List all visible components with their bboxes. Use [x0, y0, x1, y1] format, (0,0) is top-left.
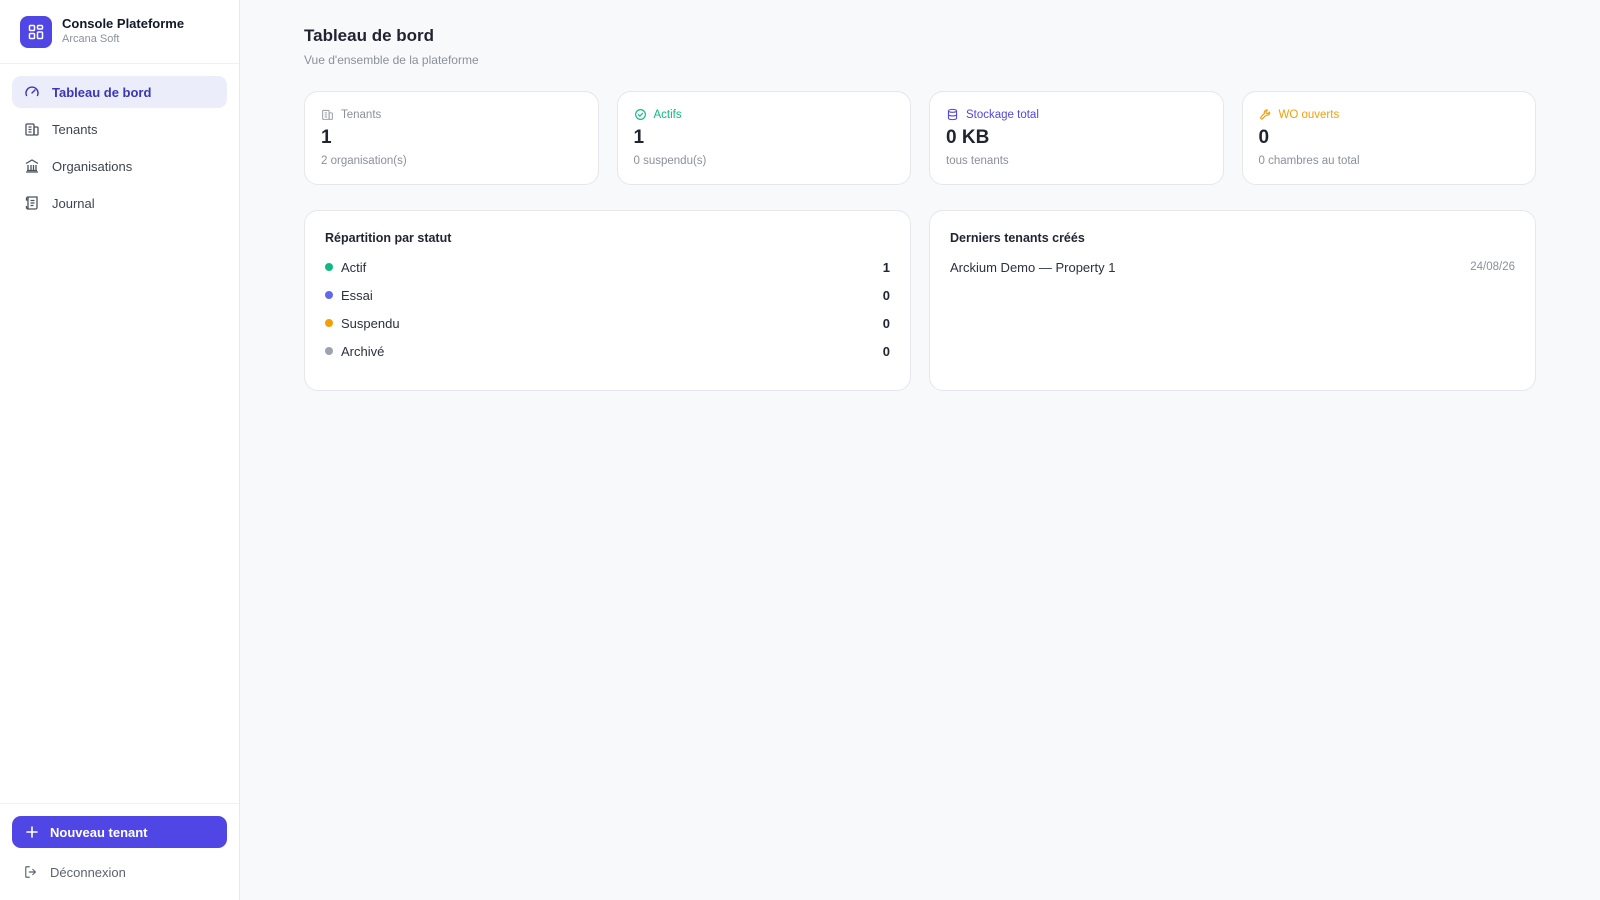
stat-label: Stockage total — [966, 108, 1039, 121]
stat-value: 0 — [1258, 127, 1270, 148]
status-dot — [325, 347, 333, 355]
status-label: Essai — [341, 287, 373, 303]
stat-card-work-orders: WO ouverts 0 0 chambres au total — [1241, 91, 1536, 185]
status-count: 0 — [882, 287, 890, 303]
status-breakdown-panel: Répartition par statut Actif 1 Essai 0 S… — [304, 210, 911, 391]
sidebar-item-journal[interactable]: Journal — [12, 187, 227, 219]
building-icon — [322, 109, 333, 120]
panels-grid: Répartition par statut Actif 1 Essai 0 S… — [304, 210, 1536, 391]
stat-head: Actifs — [634, 108, 895, 121]
stat-label: Tenants — [341, 108, 382, 121]
brand-title: Console Plateforme — [62, 16, 185, 32]
stat-note: 2 organisation(s) — [321, 155, 407, 167]
recent-list: Arckium Demo — Property 1 24/08/26 — [950, 259, 1515, 275]
panel-title: Répartition par statut — [325, 231, 452, 245]
new-tenant-label: Nouveau tenant — [50, 824, 148, 840]
sidebar-nav: Tableau de bord Tenants Organisations Jo… — [0, 64, 239, 231]
page-subtitle: Vue d'ensemble de la plateforme — [304, 53, 479, 67]
gauge-icon — [24, 84, 40, 100]
stat-note: 0 chambres au total — [1258, 155, 1360, 167]
recent-tenant-row[interactable]: Arckium Demo — Property 1 24/08/26 — [950, 259, 1515, 275]
brand-subtitle: Arcana Soft — [62, 33, 120, 46]
scroll-icon — [24, 195, 40, 211]
stat-note: 0 suspendu(s) — [633, 155, 707, 167]
recent-tenant-date: 24/08/26 — [1470, 261, 1515, 273]
sidebar-item-label: Journal — [52, 195, 95, 211]
status-dot — [325, 319, 333, 327]
status-row-actif: Actif 1 — [325, 259, 890, 275]
stat-label: Actifs — [653, 108, 682, 121]
stat-card-tenants: Tenants 1 2 organisation(s) — [304, 91, 599, 185]
stat-head: Stockage total — [946, 108, 1207, 121]
brand: Console Plateforme Arcana Soft — [0, 0, 239, 64]
recent-tenant-name: Arckium Demo — Property 1 — [950, 259, 1116, 275]
stat-card-storage: Stockage total 0 KB tous tenants — [929, 91, 1224, 185]
status-dot — [325, 263, 333, 271]
page-title: Tableau de bord — [304, 26, 435, 45]
sidebar-item-label: Tenants — [52, 121, 98, 137]
stat-head: Tenants — [321, 108, 582, 121]
logout-link[interactable]: Déconnexion — [12, 860, 227, 884]
sidebar-item-organisations[interactable]: Organisations — [12, 150, 227, 182]
grid-icon — [20, 15, 52, 48]
database-icon — [947, 108, 958, 121]
stat-note: tous tenants — [946, 155, 1009, 167]
status-label: Actif — [341, 259, 367, 275]
bank-icon — [24, 158, 40, 174]
stat-label: WO ouverts — [1278, 108, 1340, 121]
sidebar-item-tenants[interactable]: Tenants — [12, 113, 227, 145]
plus-icon — [26, 826, 38, 838]
recent-tenants-panel: Derniers tenants créés Arckium Demo — Pr… — [929, 210, 1536, 391]
stats-grid: Tenants 1 2 organisation(s) Actifs 1 0 s… — [304, 91, 1536, 185]
app-shell: Console Plateforme Arcana Soft Tableau d… — [0, 0, 1600, 900]
logout-label: Déconnexion — [50, 864, 126, 880]
status-count: 0 — [882, 315, 890, 331]
logout-icon — [25, 866, 37, 878]
building-icon — [24, 121, 40, 137]
main-content: Tableau de bord Vue d'ensemble de la pla… — [240, 0, 1600, 900]
stat-value: 1 — [321, 127, 332, 148]
status-count: 0 — [882, 343, 890, 359]
sidebar-item-dashboard[interactable]: Tableau de bord — [12, 76, 227, 108]
status-label: Archivé — [341, 343, 385, 359]
status-row-archive: Archivé 0 — [325, 343, 890, 359]
status-count: 1 — [882, 259, 890, 275]
wrench-icon — [1259, 109, 1270, 120]
new-tenant-button[interactable]: Nouveau tenant — [12, 816, 227, 848]
status-label: Suspendu — [341, 315, 400, 331]
sidebar-item-label: Organisations — [52, 158, 133, 174]
brand-text: Console Plateforme Arcana Soft — [62, 16, 185, 46]
sidebar-footer: Nouveau tenant Déconnexion — [0, 803, 239, 900]
sidebar: Console Plateforme Arcana Soft Tableau d… — [0, 0, 240, 900]
stat-head: WO ouverts — [1259, 108, 1520, 121]
stat-value: 0 KB — [946, 127, 990, 148]
stat-value: 1 — [633, 127, 645, 148]
status-row-essai: Essai 0 — [325, 287, 890, 303]
status-row-suspendu: Suspendu 0 — [325, 315, 890, 331]
check-circle-icon — [634, 109, 646, 120]
panel-title: Derniers tenants créés — [950, 231, 1085, 245]
status-dot — [325, 291, 333, 299]
stat-card-active: Actifs 1 0 suspendu(s) — [616, 91, 911, 185]
status-list: Actif 1 Essai 0 Suspendu 0 Archivé 0 — [325, 259, 890, 359]
sidebar-item-label: Tableau de bord — [52, 84, 152, 100]
